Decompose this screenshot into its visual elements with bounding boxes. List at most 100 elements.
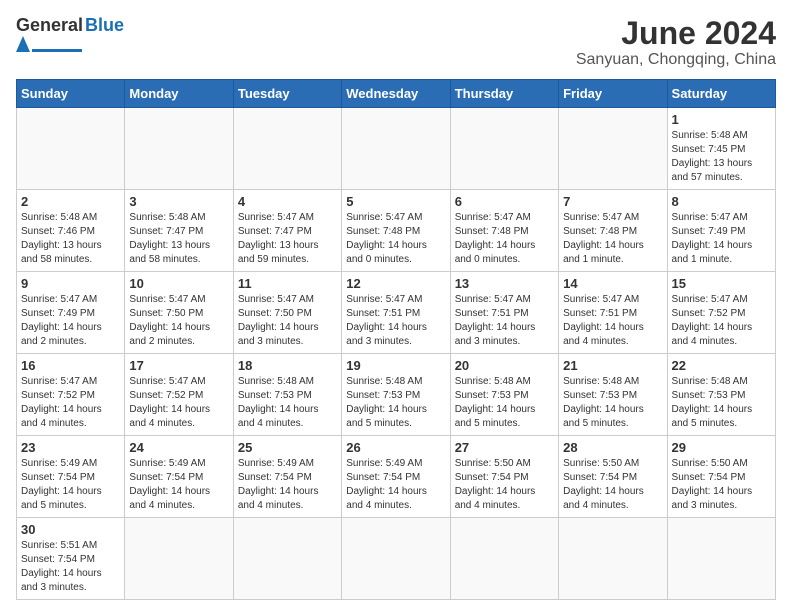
day-number: 25 <box>238 440 337 455</box>
calendar-day-cell <box>559 108 667 190</box>
day-number: 14 <box>563 276 662 291</box>
day-number: 1 <box>672 112 771 127</box>
weekday-header-cell: Thursday <box>450 80 558 108</box>
calendar-day-cell <box>125 108 233 190</box>
calendar-day-cell: 22 Sunrise: 5:48 AM Sunset: 7:53 PM Dayli… <box>667 354 775 436</box>
day-number: 18 <box>238 358 337 373</box>
day-info: Sunrise: 5:50 AM Sunset: 7:54 PM Dayligh… <box>455 457 554 513</box>
page-header: General Blue June 2024 Sanyuan, Chongqin… <box>16 16 776 69</box>
day-info: Sunrise: 5:48 AM Sunset: 7:53 PM Dayligh… <box>455 375 554 431</box>
day-number: 17 <box>129 358 228 373</box>
calendar-week-row: 1 Sunrise: 5:48 AM Sunset: 7:45 PM Daylig… <box>17 108 776 190</box>
day-info: Sunrise: 5:48 AM Sunset: 7:53 PM Dayligh… <box>563 375 662 431</box>
day-number: 12 <box>346 276 445 291</box>
day-info: Sunrise: 5:47 AM Sunset: 7:51 PM Dayligh… <box>563 293 662 349</box>
calendar-day-cell: 30 Sunrise: 5:51 AM Sunset: 7:54 PM Dayli… <box>17 518 125 600</box>
calendar-day-cell: 7 Sunrise: 5:47 AM Sunset: 7:48 PM Daylig… <box>559 190 667 272</box>
calendar-day-cell: 10Sunrise: 5:47 AM Sunset: 7:50 PM Dayli… <box>125 272 233 354</box>
day-number: 2 <box>21 194 120 209</box>
day-info: Sunrise: 5:47 AM Sunset: 7:49 PM Dayligh… <box>21 293 120 349</box>
weekday-header-cell: Sunday <box>17 80 125 108</box>
calendar-week-row: 2 Sunrise: 5:48 AM Sunset: 7:46 PM Daylig… <box>17 190 776 272</box>
weekday-header-cell: Friday <box>559 80 667 108</box>
calendar-day-cell: 2 Sunrise: 5:48 AM Sunset: 7:46 PM Daylig… <box>17 190 125 272</box>
weekday-header-cell: Saturday <box>667 80 775 108</box>
calendar-day-cell: 27 Sunrise: 5:50 AM Sunset: 7:54 PM Dayli… <box>450 436 558 518</box>
calendar-day-cell: 23 Sunrise: 5:49 AM Sunset: 7:54 PM Dayli… <box>17 436 125 518</box>
day-info: Sunrise: 5:49 AM Sunset: 7:54 PM Dayligh… <box>21 457 120 513</box>
day-info: Sunrise: 5:48 AM Sunset: 7:45 PM Dayligh… <box>672 129 771 185</box>
day-info: Sunrise: 5:48 AM Sunset: 7:53 PM Dayligh… <box>346 375 445 431</box>
day-number: 24 <box>129 440 228 455</box>
calendar-day-cell: 28Sunrise: 5:50 AM Sunset: 7:54 PM Dayli… <box>559 436 667 518</box>
calendar-day-cell: 9 Sunrise: 5:47 AM Sunset: 7:49 PM Daylig… <box>17 272 125 354</box>
calendar-table: SundayMondayTuesdayWednesdayThursdayFrid… <box>16 79 776 600</box>
day-info: Sunrise: 5:47 AM Sunset: 7:47 PM Dayligh… <box>238 211 337 267</box>
day-info: Sunrise: 5:47 AM Sunset: 7:52 PM Dayligh… <box>129 375 228 431</box>
calendar-day-cell: 17 Sunrise: 5:47 AM Sunset: 7:52 PM Dayli… <box>125 354 233 436</box>
calendar-day-cell: 16Sunrise: 5:47 AM Sunset: 7:52 PM Dayli… <box>17 354 125 436</box>
day-info: Sunrise: 5:49 AM Sunset: 7:54 PM Dayligh… <box>129 457 228 513</box>
calendar-day-cell: 21 Sunrise: 5:48 AM Sunset: 7:53 PM Dayli… <box>559 354 667 436</box>
day-number: 20 <box>455 358 554 373</box>
calendar-day-cell: 1 Sunrise: 5:48 AM Sunset: 7:45 PM Daylig… <box>667 108 775 190</box>
calendar-day-cell: 12 Sunrise: 5:47 AM Sunset: 7:51 PM Dayli… <box>342 272 450 354</box>
day-info: Sunrise: 5:47 AM Sunset: 7:50 PM Dayligh… <box>129 293 228 349</box>
weekday-header-row: SundayMondayTuesdayWednesdayThursdayFrid… <box>17 80 776 108</box>
day-info: Sunrise: 5:48 AM Sunset: 7:47 PM Dayligh… <box>129 211 228 267</box>
calendar-day-cell: 18Sunrise: 5:48 AM Sunset: 7:53 PM Dayli… <box>233 354 341 436</box>
calendar-day-cell: 26Sunrise: 5:49 AM Sunset: 7:54 PM Dayli… <box>342 436 450 518</box>
day-info: Sunrise: 5:47 AM Sunset: 7:48 PM Dayligh… <box>346 211 445 267</box>
day-info: Sunrise: 5:50 AM Sunset: 7:54 PM Dayligh… <box>672 457 771 513</box>
day-number: 29 <box>672 440 771 455</box>
day-number: 4 <box>238 194 337 209</box>
day-number: 30 <box>21 522 120 537</box>
calendar-day-cell <box>233 108 341 190</box>
day-info: Sunrise: 5:49 AM Sunset: 7:54 PM Dayligh… <box>238 457 337 513</box>
day-number: 23 <box>21 440 120 455</box>
logo-blue: Blue <box>85 16 124 34</box>
day-number: 21 <box>563 358 662 373</box>
day-number: 26 <box>346 440 445 455</box>
calendar-day-cell: 11 Sunrise: 5:47 AM Sunset: 7:50 PM Dayli… <box>233 272 341 354</box>
day-info: Sunrise: 5:47 AM Sunset: 7:48 PM Dayligh… <box>563 211 662 267</box>
calendar-day-cell <box>450 518 558 600</box>
calendar-day-cell <box>342 518 450 600</box>
calendar-day-cell: 5 Sunrise: 5:47 AM Sunset: 7:48 PM Daylig… <box>342 190 450 272</box>
calendar-day-cell <box>450 108 558 190</box>
calendar-week-row: 30 Sunrise: 5:51 AM Sunset: 7:54 PM Dayli… <box>17 518 776 600</box>
calendar-day-cell <box>667 518 775 600</box>
calendar-week-row: 23 Sunrise: 5:49 AM Sunset: 7:54 PM Dayli… <box>17 436 776 518</box>
calendar-day-cell: 24 Sunrise: 5:49 AM Sunset: 7:54 PM Dayli… <box>125 436 233 518</box>
calendar-day-cell: 3Sunrise: 5:48 AM Sunset: 7:47 PM Daylig… <box>125 190 233 272</box>
logo: General Blue <box>16 16 124 52</box>
day-number: 27 <box>455 440 554 455</box>
logo-general: General <box>16 16 83 34</box>
calendar-body: 1 Sunrise: 5:48 AM Sunset: 7:45 PM Daylig… <box>17 108 776 600</box>
day-info: Sunrise: 5:47 AM Sunset: 7:50 PM Dayligh… <box>238 293 337 349</box>
day-number: 6 <box>455 194 554 209</box>
calendar-day-cell: 25 Sunrise: 5:49 AM Sunset: 7:54 PM Dayli… <box>233 436 341 518</box>
calendar-title: June 2024 <box>576 16 776 51</box>
day-number: 7 <box>563 194 662 209</box>
day-number: 19 <box>346 358 445 373</box>
calendar-day-cell <box>342 108 450 190</box>
day-number: 11 <box>238 276 337 291</box>
day-number: 9 <box>21 276 120 291</box>
day-info: Sunrise: 5:48 AM Sunset: 7:53 PM Dayligh… <box>672 375 771 431</box>
title-block: June 2024 Sanyuan, Chongqing, China <box>576 16 776 69</box>
calendar-subtitle: Sanyuan, Chongqing, China <box>576 51 776 69</box>
calendar-day-cell: 20 Sunrise: 5:48 AM Sunset: 7:53 PM Dayli… <box>450 354 558 436</box>
calendar-day-cell: 15Sunrise: 5:47 AM Sunset: 7:52 PM Dayli… <box>667 272 775 354</box>
day-info: Sunrise: 5:47 AM Sunset: 7:52 PM Dayligh… <box>672 293 771 349</box>
calendar-day-cell: 4 Sunrise: 5:47 AM Sunset: 7:47 PM Daylig… <box>233 190 341 272</box>
day-info: Sunrise: 5:48 AM Sunset: 7:46 PM Dayligh… <box>21 211 120 267</box>
day-number: 5 <box>346 194 445 209</box>
calendar-day-cell: 13Sunrise: 5:47 AM Sunset: 7:51 PM Dayli… <box>450 272 558 354</box>
day-info: Sunrise: 5:47 AM Sunset: 7:48 PM Dayligh… <box>455 211 554 267</box>
day-info: Sunrise: 5:51 AM Sunset: 7:54 PM Dayligh… <box>21 539 120 595</box>
day-number: 28 <box>563 440 662 455</box>
day-number: 22 <box>672 358 771 373</box>
day-info: Sunrise: 5:47 AM Sunset: 7:51 PM Dayligh… <box>346 293 445 349</box>
day-info: Sunrise: 5:47 AM Sunset: 7:51 PM Dayligh… <box>455 293 554 349</box>
